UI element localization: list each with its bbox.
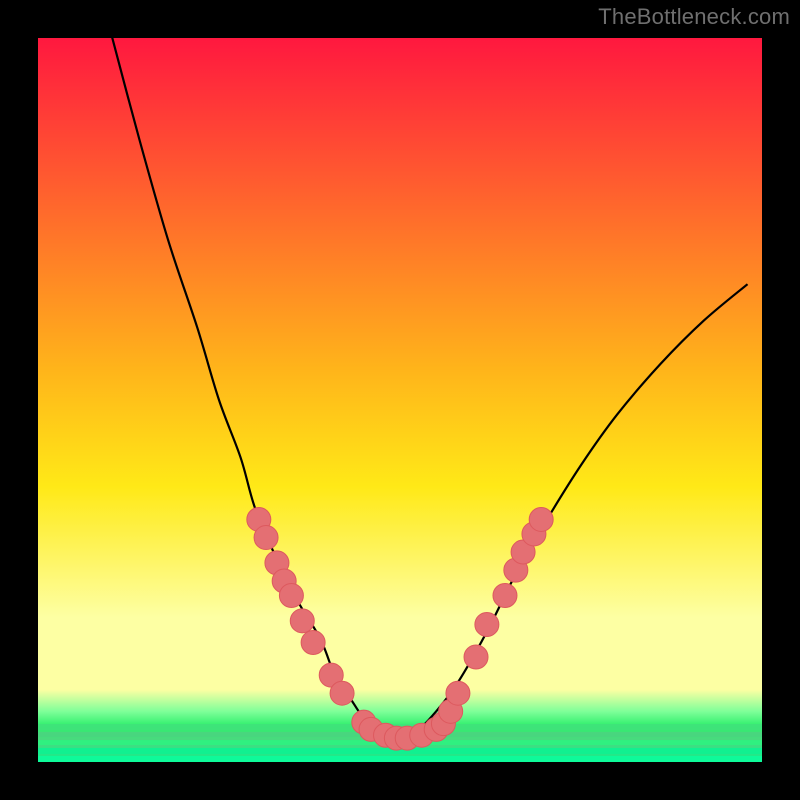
data-marker	[475, 612, 499, 636]
data-marker	[446, 681, 470, 705]
data-marker	[254, 526, 278, 550]
data-marker	[493, 583, 517, 607]
data-marker	[330, 681, 354, 705]
data-marker	[464, 645, 488, 669]
data-marker	[529, 507, 553, 531]
data-marker	[301, 631, 325, 655]
watermark-text: TheBottleneck.com	[598, 4, 790, 30]
data-marker	[290, 609, 314, 633]
green-stripe	[38, 756, 762, 762]
data-marker	[279, 583, 303, 607]
bottleneck-plot	[0, 0, 800, 800]
gradient-background	[38, 38, 762, 762]
